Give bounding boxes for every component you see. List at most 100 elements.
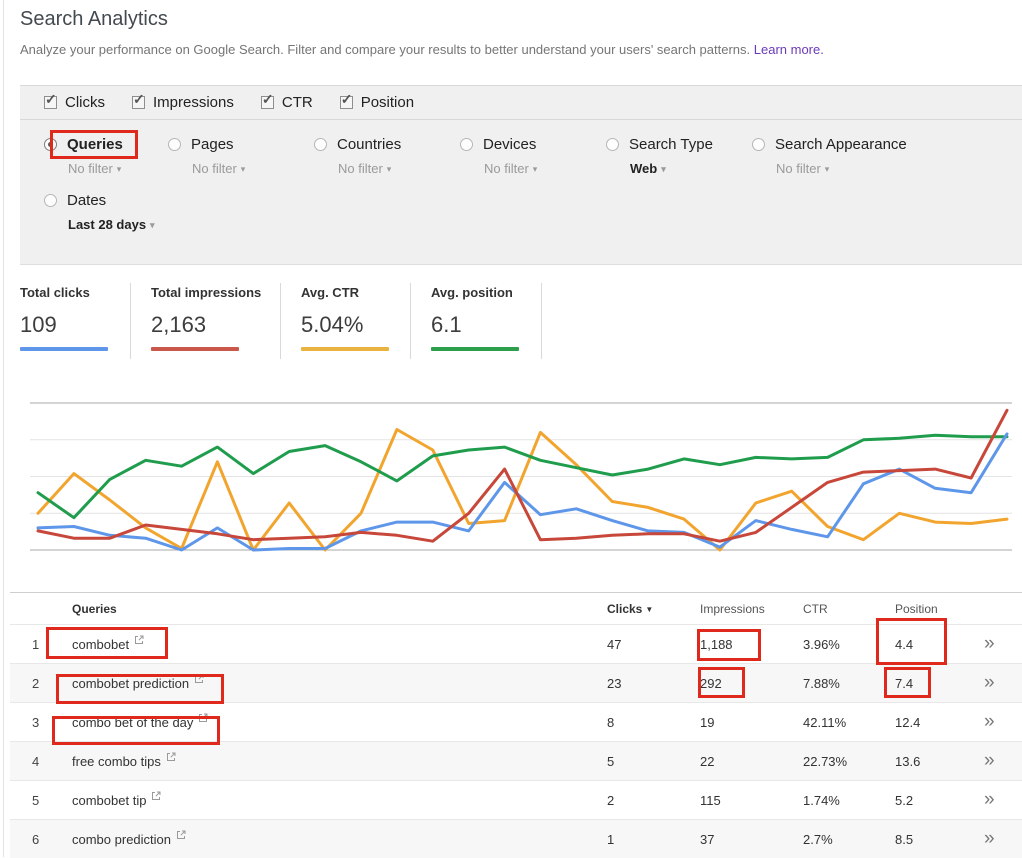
- dimension-search-type-radio[interactable]: Search Type: [606, 136, 752, 153]
- metric-toggle-position[interactable]: ✓ Position: [340, 94, 414, 111]
- expand-row-button[interactable]: »: [970, 711, 1022, 733]
- dimension-label: Pages: [191, 136, 234, 153]
- query-link[interactable]: combobet: [68, 637, 607, 652]
- radio-unselected-icon[interactable]: [460, 138, 473, 151]
- dimension-devices-radio[interactable]: Devices: [460, 136, 606, 153]
- stat-value: 5.04%: [301, 312, 410, 338]
- checkbox-checked-icon[interactable]: ✓: [132, 96, 145, 109]
- stat-total-clicks[interactable]: Total clicks 109: [20, 283, 130, 359]
- stat-value: 2,163: [151, 312, 280, 338]
- filter-panel: ✓ Clicks ✓ Impressions ✓ CTR ✓ Position …: [20, 85, 1022, 265]
- dimension-label: Dates: [67, 192, 106, 209]
- checkbox-checked-icon[interactable]: ✓: [44, 96, 57, 109]
- chevron-down-icon: ▾: [533, 164, 538, 174]
- filter-value: No filter: [484, 161, 529, 176]
- dimension-pages-radio[interactable]: Pages: [168, 136, 314, 153]
- header-position[interactable]: Position: [895, 602, 970, 616]
- dimension-search-appearance-filter[interactable]: No filter▾: [776, 161, 972, 176]
- cell-ctr: 7.88%: [803, 676, 895, 691]
- radio-selected-icon[interactable]: [44, 138, 57, 151]
- external-link-icon: [176, 830, 186, 840]
- header-clicks-sorted[interactable]: Clicks▼: [607, 602, 700, 616]
- cell-position: 7.4: [895, 676, 970, 691]
- radio-unselected-icon[interactable]: [606, 138, 619, 151]
- performance-line-chart[interactable]: [30, 395, 1012, 560]
- dimension-queries: Queries No filter ▾: [20, 136, 168, 176]
- stat-label: Avg. CTR: [301, 285, 410, 300]
- dimension-devices: Devices No filter ▾: [460, 136, 606, 176]
- radio-unselected-icon[interactable]: [44, 194, 57, 207]
- expand-row-button[interactable]: »: [970, 750, 1022, 772]
- stat-underline: [20, 347, 108, 351]
- check-icon: ✓: [45, 91, 57, 108]
- dimension-countries-radio[interactable]: Countries: [314, 136, 460, 153]
- dimension-dates-radio[interactable]: Dates: [44, 192, 168, 209]
- page-description: Analyze your performance on Google Searc…: [20, 42, 824, 57]
- radio-unselected-icon[interactable]: [314, 138, 327, 151]
- expand-row-button[interactable]: »: [970, 789, 1022, 811]
- header-impressions[interactable]: Impressions: [700, 602, 803, 616]
- chevron-down-icon: ▾: [241, 164, 246, 174]
- query-text: combo prediction: [72, 832, 171, 847]
- stat-underline: [151, 347, 239, 351]
- dimension-search-type: Search Type Web▾: [606, 136, 752, 176]
- chevron-down-icon: ▾: [117, 164, 122, 174]
- query-link[interactable]: combobet tip: [68, 793, 607, 808]
- table-row: 3combo bet of the day81942.11%12.4»: [10, 702, 1022, 741]
- dimension-label: Countries: [337, 136, 401, 153]
- stat-avg-position[interactable]: Avg. position 6.1: [410, 283, 542, 359]
- query-link[interactable]: combo bet of the day: [68, 715, 607, 730]
- metric-toggle-impressions[interactable]: ✓ Impressions: [132, 94, 234, 111]
- chevron-down-icon: ▾: [150, 220, 155, 230]
- chevron-down-icon: ▾: [387, 164, 392, 174]
- dimension-search-type-filter[interactable]: Web▾: [630, 161, 752, 176]
- checkbox-checked-icon[interactable]: ✓: [340, 96, 353, 109]
- cell-impressions: 292: [700, 676, 803, 691]
- filter-value: No filter: [68, 161, 113, 176]
- metric-toggle-bar: ✓ Clicks ✓ Impressions ✓ CTR ✓ Position: [20, 86, 1022, 120]
- learn-more-link[interactable]: Learn more.: [754, 42, 824, 57]
- stat-avg-ctr[interactable]: Avg. CTR 5.04%: [280, 283, 410, 359]
- external-link-icon: [151, 791, 161, 801]
- dimension-selector: Queries No filter▾ Pages No filter▾ Coun…: [20, 120, 1022, 232]
- row-rank: 1: [10, 637, 68, 652]
- cell-position: 4.4: [895, 637, 970, 652]
- queries-table: Queries Clicks▼ Impressions CTR Position…: [10, 592, 1022, 858]
- dimension-countries: Countries No filter▾: [314, 136, 460, 176]
- metric-toggle-clicks[interactable]: ✓ Clicks: [44, 94, 105, 111]
- cell-ctr: 42.11%: [803, 715, 895, 730]
- chevron-down-icon: ▾: [661, 164, 666, 174]
- radio-unselected-icon[interactable]: [752, 138, 765, 151]
- cell-position: 5.2: [895, 793, 970, 808]
- dimension-devices-filter[interactable]: No filter ▾: [484, 161, 606, 176]
- header-queries[interactable]: Queries: [68, 602, 607, 616]
- chevron-down-icon: ▾: [825, 164, 830, 174]
- dimension-dates-filter[interactable]: Last 28 days▾: [68, 217, 168, 232]
- dimension-queries-filter[interactable]: No filter ▾: [68, 161, 168, 176]
- expand-row-button[interactable]: »: [970, 672, 1022, 694]
- checkbox-checked-icon[interactable]: ✓: [261, 96, 274, 109]
- dimension-pages: Pages No filter▾: [168, 136, 314, 176]
- expand-row-button[interactable]: »: [970, 633, 1022, 655]
- stat-value: 6.1: [431, 312, 541, 338]
- dimension-countries-filter[interactable]: No filter▾: [338, 161, 460, 176]
- table-row: 1combobet471,1883.96%4.4»: [10, 624, 1022, 663]
- query-link[interactable]: combo prediction: [68, 832, 607, 847]
- table-row: 2combobet prediction232927.88%7.4»: [10, 663, 1022, 702]
- dimension-search-appearance-radio[interactable]: Search Appearance: [752, 136, 972, 153]
- query-link[interactable]: combobet prediction: [68, 676, 607, 691]
- stat-total-impressions[interactable]: Total impressions 2,163: [130, 283, 280, 359]
- row-rank: 3: [10, 715, 68, 730]
- metric-toggle-ctr[interactable]: ✓ CTR: [261, 94, 313, 111]
- dimension-row-1: Queries No filter▾ Pages No filter▾ Coun…: [20, 136, 1022, 176]
- expand-row-button[interactable]: »: [970, 828, 1022, 850]
- radio-unselected-icon[interactable]: [168, 138, 181, 151]
- query-link[interactable]: free combo tips: [68, 754, 607, 769]
- row-rank: 5: [10, 793, 68, 808]
- dimension-label: Search Appearance: [775, 136, 907, 153]
- check-icon: ✓: [341, 91, 353, 108]
- header-ctr[interactable]: CTR: [803, 602, 895, 616]
- dimension-pages-filter[interactable]: No filter▾: [192, 161, 314, 176]
- dimension-queries-radio[interactable]: Queries: [44, 136, 168, 153]
- metric-toggle-label: Position: [361, 94, 414, 111]
